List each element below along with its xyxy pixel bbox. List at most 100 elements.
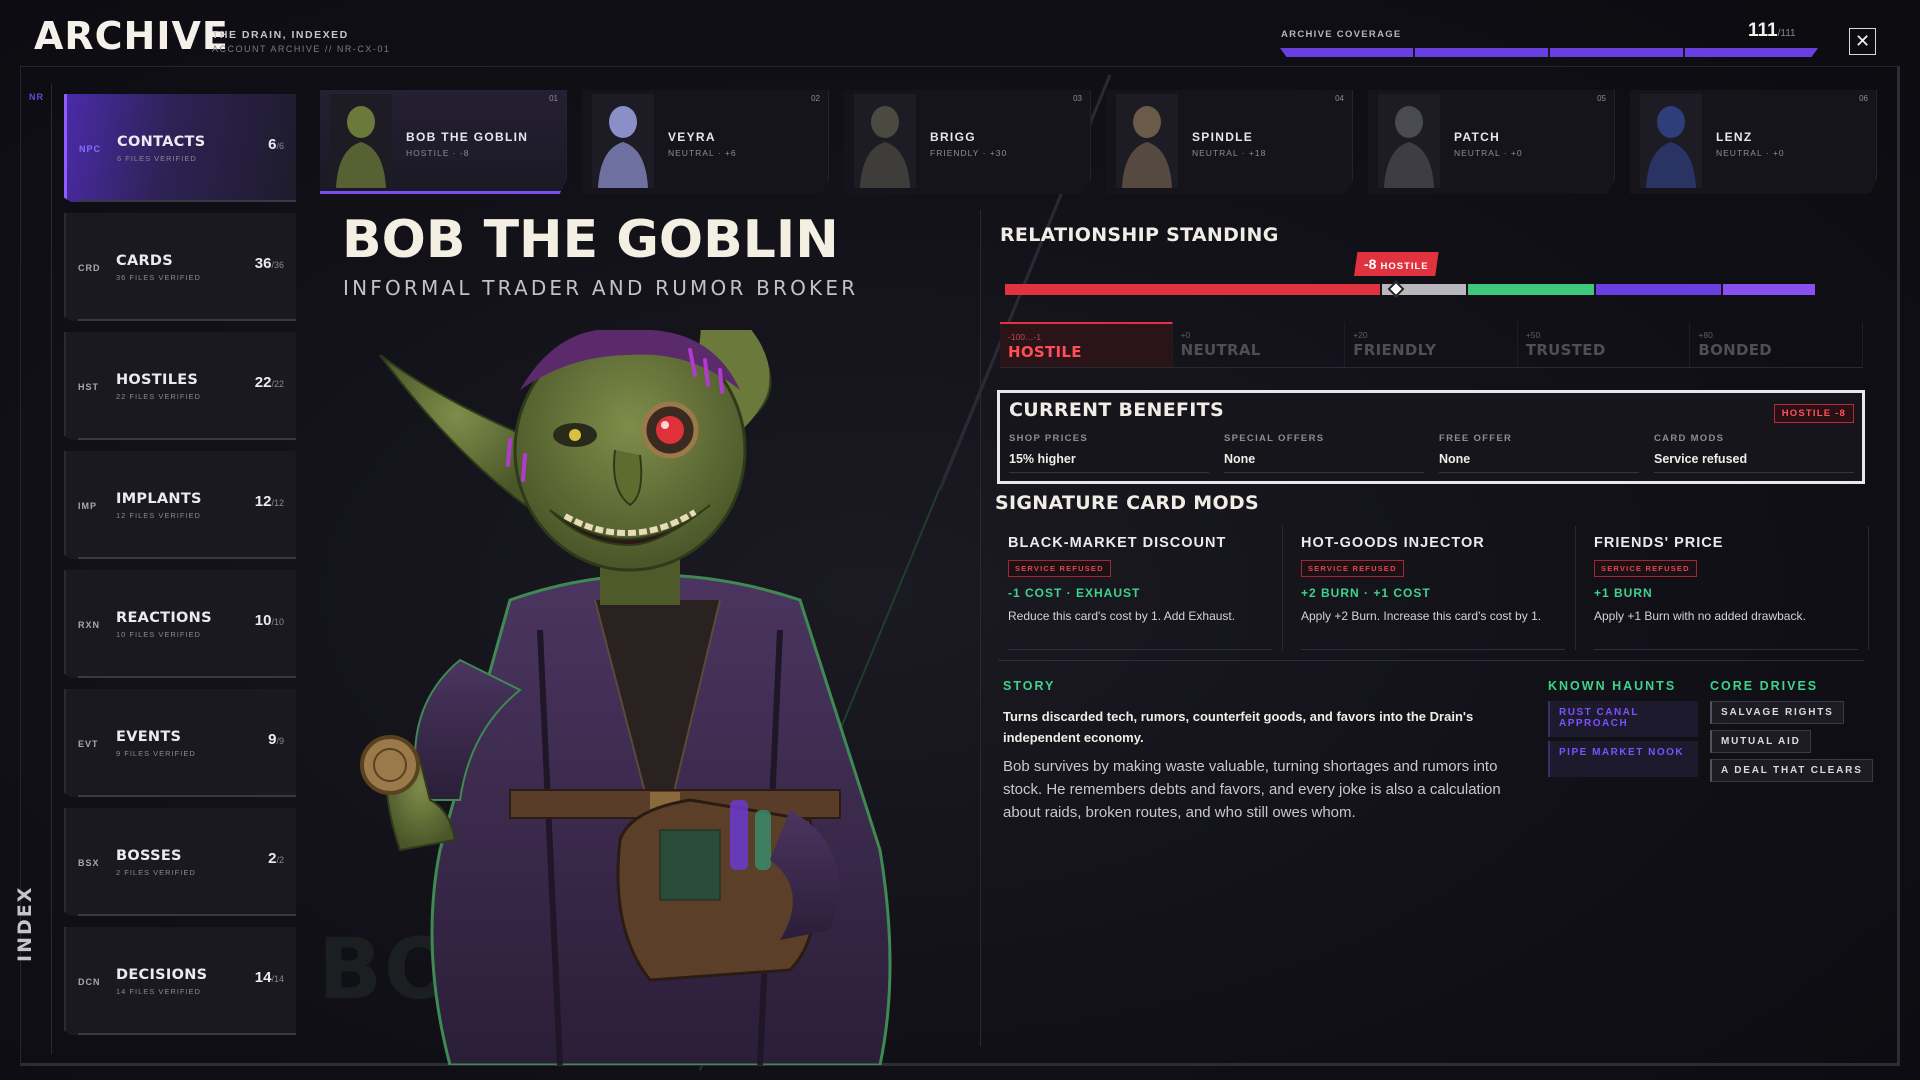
category-cards[interactable]: CRD CARDS 36 FILES VERIFIED 36/36 xyxy=(64,213,296,321)
category-count-total: /12 xyxy=(271,498,284,508)
card-mod-name: HOT-GOODS INJECTOR xyxy=(1301,535,1485,551)
contact-tab-state: FRIENDLY · +30 xyxy=(930,148,1008,158)
tier-hostile: -100…-1 HOSTILE xyxy=(1000,322,1173,367)
category-count-total: /22 xyxy=(271,379,284,389)
contact-tab-lenz[interactable]: LENZ NEUTRAL · +0 06 xyxy=(1630,90,1877,194)
contact-tab-name: PATCH xyxy=(1454,130,1501,144)
service-refused-badge: SERVICE REFUSED xyxy=(1594,560,1697,577)
category-name: BOSSES xyxy=(116,848,182,864)
contact-portrait xyxy=(1378,94,1440,188)
goblin-portrait xyxy=(360,330,892,1065)
standing-segment-hostile xyxy=(1005,284,1381,295)
card-mods-heading: SIGNATURE CARD MODS xyxy=(995,492,1259,514)
core-drive-chip: SALVAGE RIGHTS xyxy=(1710,701,1844,724)
close-button[interactable]: ✕ xyxy=(1849,28,1876,55)
category-name: CONTACTS xyxy=(117,134,206,150)
category-contacts[interactable]: NPC CONTACTS 6 FILES VERIFIED 6/6 xyxy=(64,94,296,202)
category-name: CARDS xyxy=(116,253,174,269)
benefit-free-offer: FREE OFFER None xyxy=(1439,433,1639,473)
tier-label: TRUSTED xyxy=(1525,341,1606,359)
tier-range: +80 xyxy=(1698,330,1713,340)
card-mod-effect: +1 BURN xyxy=(1594,586,1653,600)
card-mod-description: Apply +1 Burn with no added drawback. xyxy=(1594,609,1806,623)
tier-bonded: +80 BONDED xyxy=(1690,322,1863,367)
contact-tab-name: LENZ xyxy=(1716,130,1753,144)
category-meta: 9 FILES VERIFIED xyxy=(116,749,196,758)
category-meta: 14 FILES VERIFIED xyxy=(116,987,201,996)
contact-tab-name: BOB THE GOBLIN xyxy=(406,130,529,144)
category-hostiles[interactable]: HST HOSTILES 22 FILES VERIFIED 22/22 xyxy=(64,332,296,440)
tier-neutral: +0 NEUTRAL xyxy=(1173,322,1346,367)
contact-tab-name: SPINDLE xyxy=(1192,130,1254,144)
category-events[interactable]: EVT EVENTS 9 FILES VERIFIED 9/9 xyxy=(64,689,296,797)
contact-tab-number: 04 xyxy=(1335,94,1344,103)
category-decisions[interactable]: DCN DECISIONS 14 FILES VERIFIED 14/14 xyxy=(64,927,296,1035)
contact-tab-patch[interactable]: PATCH NEUTRAL · +0 05 xyxy=(1368,90,1615,194)
standing-segment-trusted xyxy=(1593,284,1722,295)
contact-tab-brigg[interactable]: BRIGG FRIENDLY · +30 03 xyxy=(844,90,1091,194)
card-mod-effect: -1 COST · EXHAUST xyxy=(1008,586,1141,600)
benefits-heading: CURRENT BENEFITS xyxy=(1009,399,1224,421)
benefit-value: 15% higher xyxy=(1009,452,1209,473)
category-name: IMPLANTS xyxy=(116,491,202,507)
category-meta: 6 FILES VERIFIED xyxy=(117,154,197,163)
card-mod-effect: +2 BURN · +1 COST xyxy=(1301,586,1431,600)
tier-range: -100…-1 xyxy=(1008,332,1042,342)
category-meta: 22 FILES VERIFIED xyxy=(116,392,201,401)
archive-logo: ARCHIVE xyxy=(34,14,229,58)
category-code: CRD xyxy=(78,263,101,273)
contact-tab-veyra[interactable]: VEYRA NEUTRAL · +6 02 xyxy=(582,90,829,194)
card-mod: FRIENDS' PRICE SERVICE REFUSED +1 BURN Appl… xyxy=(1584,526,1869,650)
category-meta: 10 FILES VERIFIED xyxy=(116,630,201,639)
category-code: NPC xyxy=(79,144,102,154)
contact-tab-name: VEYRA xyxy=(668,130,716,144)
category-count: 10/10 xyxy=(255,612,284,629)
benefit-key: SHOP PRICES xyxy=(1009,433,1089,444)
category-count: 14/14 xyxy=(255,969,284,986)
category-meta: 36 FILES VERIFIED xyxy=(116,273,201,282)
contact-portrait xyxy=(592,94,654,188)
contact-tab-number: 01 xyxy=(549,94,558,103)
tier-trusted: +50 TRUSTED xyxy=(1518,322,1691,367)
category-name: REACTIONS xyxy=(116,610,212,626)
category-count-value: 22 xyxy=(254,374,272,391)
core-drive-chip: A DEAL THAT CLEARS xyxy=(1710,759,1873,782)
benefit-special-offers: SPECIAL OFFERS None xyxy=(1224,433,1424,473)
contact-tab-spindle[interactable]: SPINDLE NEUTRAL · +18 04 xyxy=(1106,90,1353,194)
story-body: Bob survives by making waste valuable, t… xyxy=(1003,758,1501,821)
tier-friendly: +20 FRIENDLY xyxy=(1345,322,1518,367)
account-id: ACCOUNT ARCHIVE // NR-CX-01 xyxy=(212,44,391,54)
category-code: RXN xyxy=(78,620,101,630)
section-separator xyxy=(998,660,1864,661)
contact-tab-state: HOSTILE · -8 xyxy=(406,148,470,158)
story-lead: Turns discarded tech, rumors, counterfei… xyxy=(1003,709,1474,745)
known-haunt-chip[interactable]: PIPE MARKET NOOK xyxy=(1548,741,1698,777)
contact-tab-bob-the-goblin[interactable]: BOB THE GOBLIN HOSTILE · -8 01 xyxy=(320,90,567,194)
core-drive-chip: MUTUAL AID xyxy=(1710,730,1811,753)
category-implants[interactable]: IMP IMPLANTS 12 FILES VERIFIED 12/12 xyxy=(64,451,296,559)
known-haunt-chip[interactable]: RUST CANAL APPROACH xyxy=(1548,701,1698,737)
category-bosses[interactable]: BSX BOSSES 2 FILES VERIFIED 2/2 xyxy=(64,808,296,916)
coverage-label: ARCHIVE COVERAGE xyxy=(1281,29,1402,40)
benefit-value: Service refused xyxy=(1654,452,1854,473)
coverage-count: 111/111 xyxy=(1748,20,1796,41)
card-mod: BLACK-MARKET DISCOUNT SERVICE REFUSED -1 C… xyxy=(998,526,1283,650)
category-code: BSX xyxy=(78,858,100,868)
category-count: 2/2 xyxy=(268,850,284,867)
panel-divider xyxy=(980,210,981,1046)
close-icon[interactable]: ✕ xyxy=(1855,31,1870,51)
category-count-value: 36 xyxy=(254,255,272,272)
index-label: INDEX xyxy=(14,885,36,962)
standing-badge: -8 HOSTILE xyxy=(1354,252,1439,276)
category-reactions[interactable]: RXN REACTIONS 10 FILES VERIFIED 10/10 xyxy=(64,570,296,678)
benefit-key: SPECIAL OFFERS xyxy=(1224,433,1325,444)
category-count: 12/12 xyxy=(255,493,284,510)
benefit-card-mods: CARD MODS Service refused xyxy=(1654,433,1854,473)
contact-tab-state: NEUTRAL · +0 xyxy=(1454,148,1523,158)
contact-name: BOB THE GOBLIN xyxy=(342,210,839,270)
category-count-total: /2 xyxy=(276,855,284,865)
card-mod: HOT-GOODS INJECTOR SERVICE REFUSED +2 BURN… xyxy=(1291,526,1576,650)
category-count-total: /6 xyxy=(276,141,284,151)
card-mod-name: BLACK-MARKET DISCOUNT xyxy=(1008,535,1227,551)
category-count-value: 10 xyxy=(254,612,272,629)
